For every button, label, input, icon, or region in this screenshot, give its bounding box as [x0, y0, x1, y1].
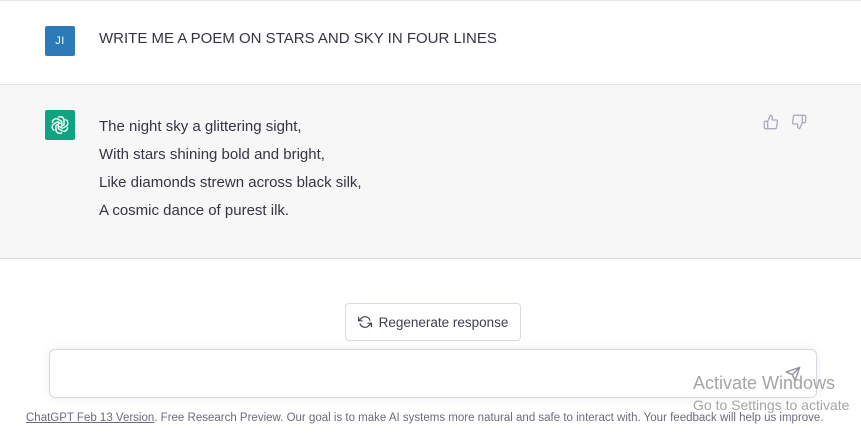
watermark-subtitle: Go to Settings to activate	[693, 397, 850, 413]
poem-line: Like diamonds strewn across black silk,	[99, 174, 362, 191]
openai-logo-icon	[51, 116, 69, 134]
regenerate-button[interactable]: Regenerate response	[345, 303, 521, 341]
poem-line: A cosmic dance of purest ilk.	[99, 202, 290, 219]
chat-page: JI WRITE ME A POEM ON STARS AND SKY IN F…	[0, 0, 861, 447]
footer-text: . Free Research Preview. Our goal is to …	[154, 412, 824, 424]
refresh-icon	[357, 316, 372, 328]
version-link[interactable]: ChatGPT Feb 13 Version	[26, 412, 154, 424]
feedback-buttons	[763, 113, 807, 131]
assistant-message-row: The night sky a glittering sight, With s…	[0, 85, 861, 259]
footer-disclaimer: ChatGPT Feb 13 Version. Free Research Pr…	[26, 412, 856, 424]
poem-line: With stars shining bold and bright,	[99, 146, 325, 163]
user-message-row: JI WRITE ME A POEM ON STARS AND SKY IN F…	[0, 0, 861, 85]
regenerate-label: Regenerate response	[378, 314, 509, 330]
thumbs-down-icon	[791, 114, 807, 130]
assistant-message-text: The night sky a glittering sight, With s…	[99, 113, 362, 225]
message-input[interactable]	[64, 362, 768, 388]
poem-line: The night sky a glittering sight,	[99, 118, 302, 135]
thumbs-up-icon	[763, 114, 779, 130]
thumbs-up-button[interactable]	[763, 113, 779, 131]
user-avatar: JI	[45, 26, 75, 56]
send-button[interactable]	[784, 365, 802, 383]
composer	[49, 349, 817, 398]
user-message-text: WRITE ME A POEM ON STARS AND SKY IN FOUR…	[99, 30, 497, 47]
thumbs-down-button[interactable]	[791, 113, 807, 131]
assistant-avatar	[45, 110, 75, 140]
send-icon	[785, 366, 801, 382]
